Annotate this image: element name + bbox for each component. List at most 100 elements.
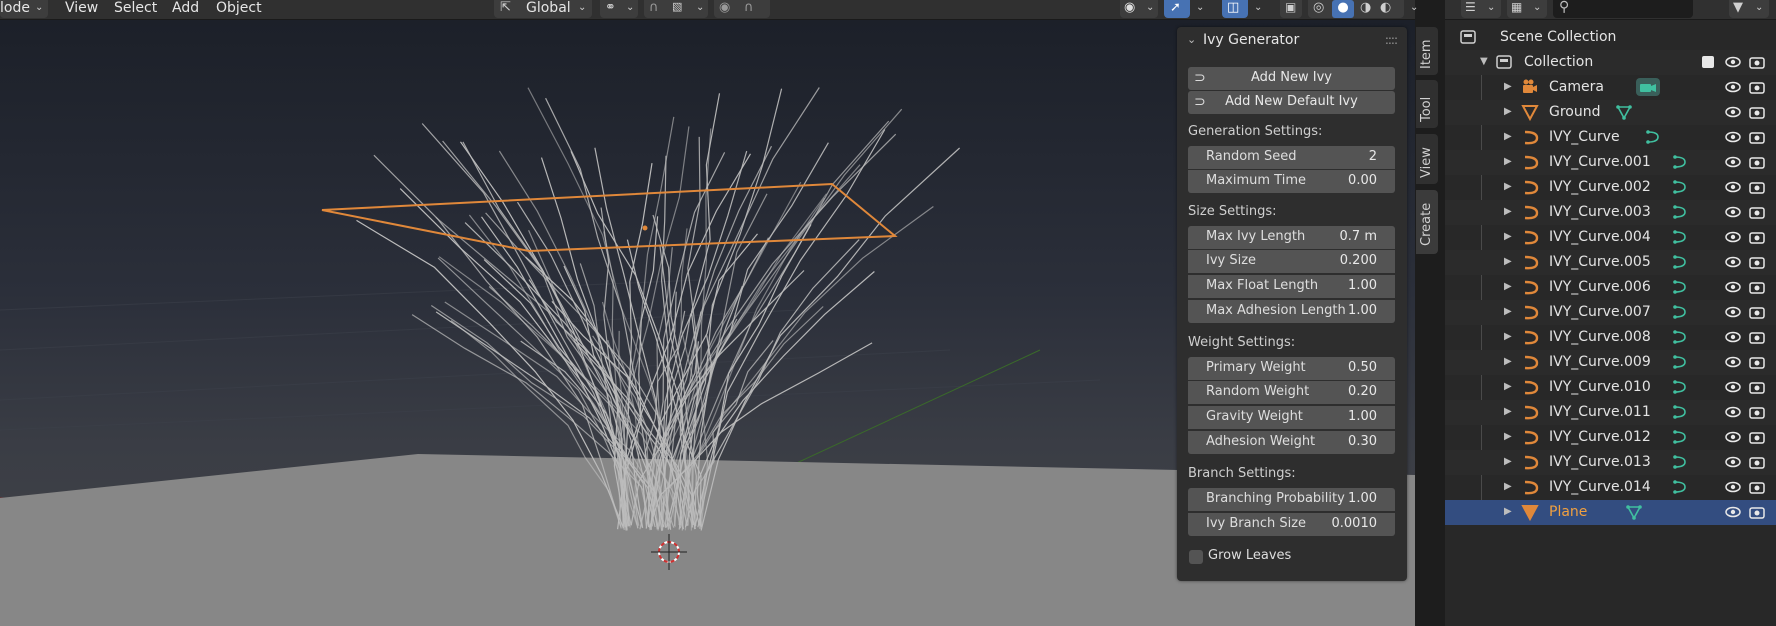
outliner-item-ivy-curve-003[interactable]: ▶ IVY_Curve.003	[1445, 200, 1776, 225]
expand-triangle-icon[interactable]: ▶	[1504, 106, 1512, 117]
camera-render-icon[interactable]	[1748, 254, 1766, 270]
camera-render-icon[interactable]	[1748, 79, 1766, 95]
expand-triangle-icon[interactable]: ▶	[1504, 131, 1512, 142]
eye-icon[interactable]	[1724, 329, 1742, 345]
xray-toggle[interactable]: ▣	[1280, 0, 1302, 18]
eye-icon[interactable]	[1724, 454, 1742, 470]
outliner-item-ivy-curve-005[interactable]: ▶ IVY_Curve.005	[1445, 250, 1776, 275]
outliner-search-input[interactable]: ⚲	[1553, 0, 1693, 18]
curve-data-icon[interactable]	[1670, 279, 1688, 295]
exclude-checkbox[interactable]	[1702, 56, 1714, 68]
curve-data-icon[interactable]	[1670, 154, 1688, 170]
outliner-item-ivy-curve-008[interactable]: ▶ IVY_Curve.008	[1445, 325, 1776, 350]
solid-shading-icon[interactable]: ●	[1332, 0, 1354, 18]
outliner-item-ivy-curve-014[interactable]: ▶ IVY_Curve.014	[1445, 475, 1776, 500]
random-seed-field[interactable]: Random Seed 2	[1188, 146, 1395, 169]
outliner-item-ivy-curve-001[interactable]: ▶ IVY_Curve.001	[1445, 150, 1776, 175]
ivy-branch-size-field[interactable]: Ivy Branch Size 0.0010	[1188, 513, 1395, 536]
eye-icon[interactable]	[1724, 104, 1742, 120]
expand-triangle-icon[interactable]: ▶	[1504, 356, 1512, 367]
curve-data-icon[interactable]	[1670, 479, 1688, 495]
tab-create[interactable]: Create	[1416, 190, 1438, 254]
expand-triangle-icon[interactable]: ▶	[1504, 431, 1512, 442]
max-ivy-length-field[interactable]: Max Ivy Length 0.7 m	[1188, 226, 1395, 249]
curve-data-icon[interactable]	[1670, 379, 1688, 395]
primary-weight-field[interactable]: Primary Weight 0.50	[1188, 357, 1395, 380]
curve-data-icon[interactable]	[1643, 129, 1661, 145]
camera-render-icon[interactable]	[1748, 229, 1766, 245]
menu-select[interactable]: Select	[114, 0, 157, 19]
drag-handle-icon[interactable]: ::::	[1385, 27, 1398, 53]
curve-data-icon[interactable]	[1670, 429, 1688, 445]
pivot-dropdown[interactable]: ⚭ ⌄	[600, 0, 638, 18]
eye-icon[interactable]	[1724, 54, 1742, 70]
menu-view[interactable]: View	[65, 0, 98, 19]
expand-triangle-icon[interactable]: ▶	[1504, 181, 1512, 192]
filter-dropdown[interactable]: ▼ ⌄	[1729, 0, 1769, 18]
expand-triangle-icon[interactable]: ▶	[1504, 406, 1512, 417]
camera-render-icon[interactable]	[1748, 379, 1766, 395]
random-weight-field[interactable]: Random Weight 0.20	[1188, 381, 1395, 404]
camera-render-icon[interactable]	[1748, 304, 1766, 320]
add-new-ivy-button[interactable]: ⊃ Add New Ivy	[1188, 67, 1395, 90]
mode-dropdown[interactable]: lode ⌄	[0, 0, 48, 18]
chevron-down-icon[interactable]: ⌄	[1410, 2, 1418, 13]
eye-icon[interactable]	[1724, 154, 1742, 170]
outliner-item-ivy-curve-009[interactable]: ▶ IVY_Curve.009	[1445, 350, 1776, 375]
expand-triangle-icon[interactable]: ▶	[1504, 256, 1512, 267]
eye-icon[interactable]	[1724, 404, 1742, 420]
camera-render-icon[interactable]	[1748, 329, 1766, 345]
curve-data-icon[interactable]	[1670, 354, 1688, 370]
scene-collection-row[interactable]: Scene Collection	[1445, 25, 1776, 50]
eye-icon[interactable]	[1724, 354, 1742, 370]
eye-icon[interactable]	[1724, 254, 1742, 270]
eye-icon[interactable]	[1724, 179, 1742, 195]
camera-render-icon[interactable]	[1748, 54, 1766, 70]
outliner-item-ivy-curve-002[interactable]: ▶ IVY_Curve.002	[1445, 175, 1776, 200]
outliner-item-ivy-curve-013[interactable]: ▶ IVY_Curve.013	[1445, 450, 1776, 475]
curve-data-icon[interactable]	[1670, 404, 1688, 420]
tab-view[interactable]: View	[1416, 134, 1438, 184]
expand-triangle-icon[interactable]: ▶	[1504, 381, 1512, 392]
curve-data-icon[interactable]	[1670, 204, 1688, 220]
camera-render-icon[interactable]	[1748, 104, 1766, 120]
outliner-item-ground[interactable]: ▶ Ground	[1445, 100, 1776, 125]
camera-render-icon[interactable]	[1748, 354, 1766, 370]
eye-icon[interactable]	[1724, 429, 1742, 445]
wireframe-shading-icon[interactable]: ◎	[1313, 0, 1324, 15]
overlays-toggle[interactable]: ◫	[1222, 0, 1248, 18]
mesh-data-icon[interactable]	[1625, 504, 1643, 520]
eye-icon[interactable]	[1724, 479, 1742, 495]
outliner-item-plane[interactable]: ▶ Plane	[1445, 500, 1776, 525]
camera-render-icon[interactable]	[1748, 279, 1766, 295]
outliner-item-ivy-curve[interactable]: ▶ IVY_Curve	[1445, 125, 1776, 150]
outliner-item-ivy-curve-006[interactable]: ▶ IVY_Curve.006	[1445, 275, 1776, 300]
eye-icon[interactable]	[1724, 304, 1742, 320]
max-adhesion-length-field[interactable]: Max Adhesion Length 1.00	[1188, 300, 1395, 323]
outliner-item-ivy-curve-012[interactable]: ▶ IVY_Curve.012	[1445, 425, 1776, 450]
camera-data-icon[interactable]	[1635, 77, 1661, 97]
orientation-dropdown[interactable]: ⇱ Global ⌄	[494, 0, 592, 18]
expand-triangle-icon[interactable]: ▶	[1504, 156, 1512, 167]
eye-icon[interactable]	[1724, 129, 1742, 145]
outliner-item-ivy-curve-004[interactable]: ▶ IVY_Curve.004	[1445, 225, 1776, 250]
mesh-data-icon[interactable]	[1615, 104, 1633, 120]
camera-render-icon[interactable]	[1748, 454, 1766, 470]
eye-icon[interactable]	[1724, 79, 1742, 95]
curve-data-icon[interactable]	[1670, 179, 1688, 195]
expand-triangle-icon[interactable]: ▶	[1504, 81, 1512, 92]
camera-render-icon[interactable]	[1748, 479, 1766, 495]
curve-data-icon[interactable]	[1670, 454, 1688, 470]
proportional-edit-group[interactable]: ◉ ∩	[714, 0, 770, 18]
eye-icon[interactable]	[1724, 279, 1742, 295]
maximum-time-field[interactable]: Maximum Time 0.00	[1188, 170, 1395, 193]
outliner-item-ivy-curve-010[interactable]: ▶ IVY_Curve.010	[1445, 375, 1776, 400]
filter-libraries-dropdown[interactable]: ▦ ⌄	[1507, 0, 1547, 18]
expand-triangle-icon[interactable]: ▶	[1504, 306, 1512, 317]
outliner-item-ivy-curve-007[interactable]: ▶ IVY_Curve.007	[1445, 300, 1776, 325]
gizmo-toggle[interactable]: ➚	[1164, 0, 1190, 18]
grow-leaves-checkbox[interactable]	[1189, 550, 1203, 564]
visibility-dropdown[interactable]: ◉ ⌄	[1120, 0, 1158, 18]
collapse-triangle-icon[interactable]: ▼	[1480, 56, 1488, 67]
tab-tool[interactable]: Tool	[1416, 80, 1438, 128]
